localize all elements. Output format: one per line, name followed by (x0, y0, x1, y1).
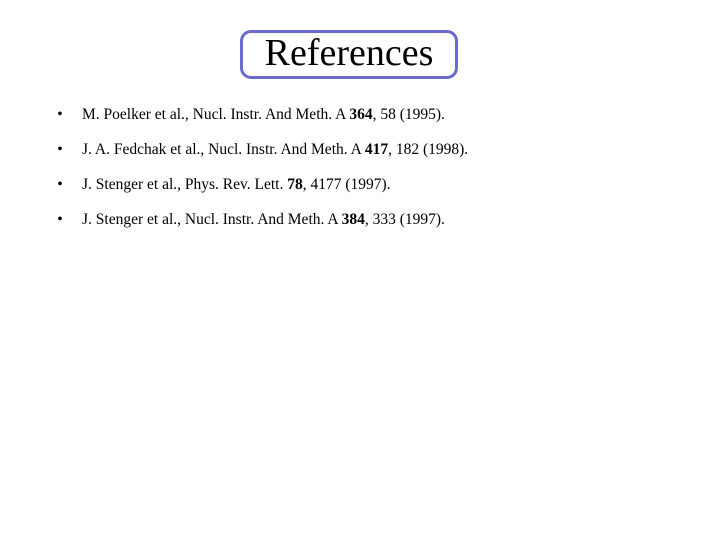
reference-text: M. Poelker et al., Nucl. Instr. And Meth… (82, 106, 445, 123)
list-item: • J. A. Fedchak et al., Nucl. Instr. And… (50, 138, 670, 173)
page-title: References (264, 32, 434, 74)
reference-prefix: M. Poelker et al., Nucl. Instr. And Meth… (82, 106, 350, 123)
slide-title-box: References (240, 30, 458, 79)
reference-prefix: J. Stenger et al., Phys. Rev. Lett. (82, 176, 288, 193)
reference-volume: 364 (349, 106, 373, 123)
reference-volume: 78 (287, 176, 303, 193)
reference-volume: 417 (364, 141, 389, 158)
bullet-icon: • (57, 141, 63, 158)
reference-prefix: J. A. Fedchak et al., Nucl. Instr. And M… (82, 141, 365, 158)
reference-suffix: , 4177 (1997). (302, 176, 391, 193)
reference-text: J. Stenger et al., Phys. Rev. Lett. 78, … (82, 176, 391, 193)
bullet-icon: • (57, 106, 63, 123)
bullet-icon: • (57, 211, 63, 228)
list-item: • J. Stenger et al., Phys. Rev. Lett. 78… (50, 173, 670, 208)
bullet-icon: • (57, 176, 63, 193)
list-item: • J. Stenger et al., Nucl. Instr. And Me… (50, 208, 670, 243)
reference-suffix: , 333 (1997). (364, 211, 445, 228)
reference-text: J. Stenger et al., Nucl. Instr. And Meth… (82, 211, 445, 228)
reference-suffix: , 182 (1998). (388, 141, 469, 158)
reference-list: • M. Poelker et al., Nucl. Instr. And Me… (50, 103, 670, 243)
presentation-slide: References • M. Poelker et al., Nucl. In… (0, 0, 720, 540)
list-item: • M. Poelker et al., Nucl. Instr. And Me… (50, 103, 670, 138)
reference-text: J. A. Fedchak et al., Nucl. Instr. And M… (82, 141, 468, 158)
reference-volume: 384 (341, 211, 365, 228)
reference-prefix: J. Stenger et al., Nucl. Instr. And Meth… (82, 211, 342, 228)
reference-suffix: , 58 (1995). (372, 106, 445, 123)
